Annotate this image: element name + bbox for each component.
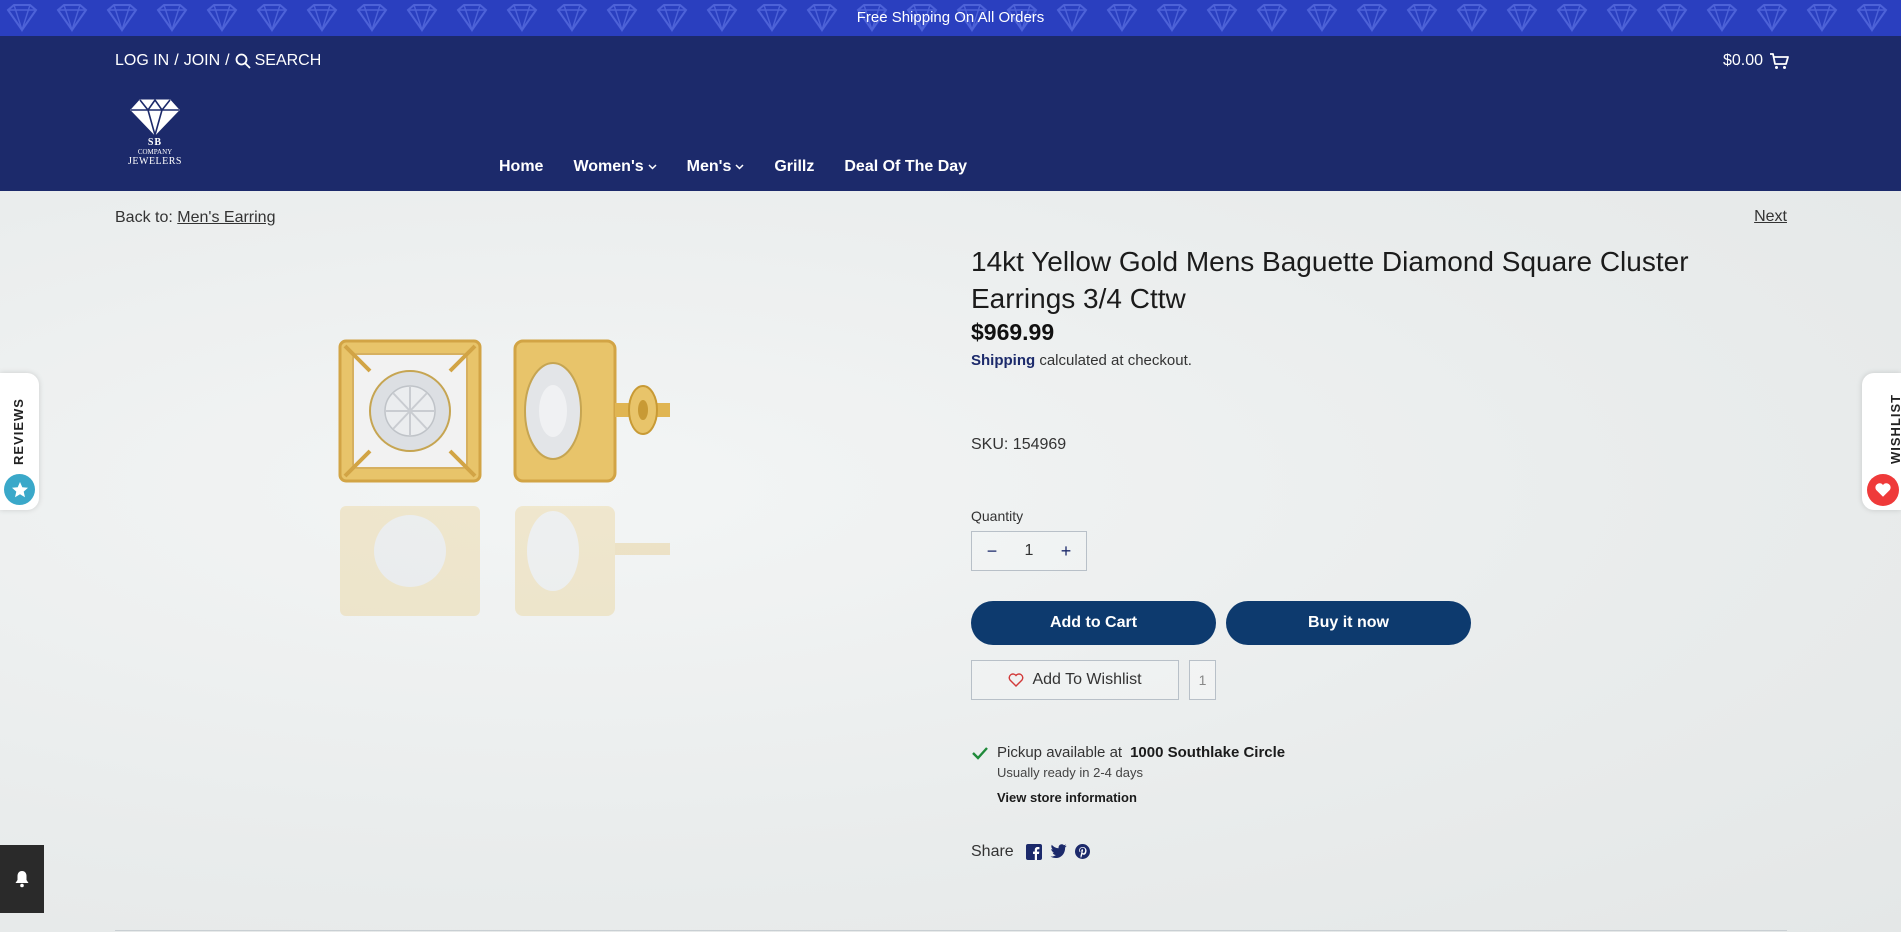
- shipping-text: calculated at checkout.: [1039, 352, 1192, 369]
- search-icon: [235, 53, 251, 69]
- cart-total: $0.00: [1722, 52, 1763, 69]
- separator: /: [174, 52, 179, 69]
- chevron-down-icon: [735, 164, 744, 170]
- site-header: LOG IN / JOIN / SEARCH $0.00 SB COMPANY …: [0, 36, 1901, 191]
- site-logo[interactable]: SB COMPANY JEWELERS: [124, 98, 186, 176]
- pickup-row: Pickup available at 1000 Southlake Circl…: [971, 744, 1285, 761]
- quantity-label: Quantity: [971, 508, 1024, 524]
- view-store-info-link[interactable]: View store information: [997, 790, 1285, 805]
- nav-item-grillz[interactable]: Grillz: [774, 158, 814, 176]
- nav-label: Women's: [573, 158, 644, 175]
- diamond-logo-icon: [130, 98, 180, 136]
- nav-item-deal-of-the-day[interactable]: Deal Of The Day: [844, 158, 967, 176]
- next-product-link[interactable]: Next: [1754, 208, 1787, 226]
- search-link[interactable]: SEARCH: [235, 52, 322, 70]
- wishlist-label: Add To Wishlist: [1032, 671, 1142, 688]
- account-links: LOG IN / JOIN / SEARCH: [115, 52, 321, 70]
- heart-shape: [1875, 483, 1891, 497]
- nav-item-womens[interactable]: Women's: [573, 158, 657, 176]
- announcement-text: Free Shipping On All Orders: [856, 9, 1045, 26]
- notification-bell-button[interactable]: [0, 845, 44, 913]
- nav-item-home[interactable]: Home: [499, 158, 543, 176]
- heart-icon: [1867, 474, 1899, 506]
- breadcrumb-link[interactable]: Men's Earring: [177, 209, 275, 226]
- check-icon: [972, 746, 988, 760]
- facebook-icon[interactable]: [1025, 844, 1042, 860]
- nav-label: Home: [499, 158, 544, 175]
- nav-label: Grillz: [774, 158, 815, 175]
- social-links: [1025, 844, 1090, 860]
- shipping-note: Shipping calculated at checkout.: [971, 352, 1192, 369]
- reviews-tab[interactable]: REVIEWS: [0, 373, 39, 510]
- bell-icon: [15, 871, 29, 888]
- reviews-tab-label: REVIEWS: [11, 398, 26, 465]
- wishlist-count: 1: [1189, 660, 1216, 700]
- star-shape: [11, 481, 28, 497]
- quantity-stepper: − 1 +: [971, 531, 1087, 571]
- share-row: Share: [971, 843, 1090, 861]
- add-to-wishlist-button[interactable]: Add To Wishlist: [971, 660, 1179, 700]
- shipping-link[interactable]: Shipping: [971, 352, 1035, 369]
- heart-outline-icon: [1009, 673, 1024, 687]
- cart-link[interactable]: $0.00: [1723, 52, 1789, 70]
- nav-item-mens[interactable]: Men's: [687, 158, 745, 176]
- announcement-bar: Free Shipping On All Orders: [0, 0, 1901, 36]
- product-page: Back to: Men's Earring Next 14kt Yellow …: [0, 191, 1901, 932]
- star-icon: [4, 474, 35, 505]
- reflection-illustration: [340, 506, 670, 616]
- breadcrumb: Back to: Men's Earring: [115, 209, 275, 227]
- join-link[interactable]: JOIN: [184, 52, 220, 70]
- product-title: 14kt Yellow Gold Mens Baguette Diamond S…: [971, 246, 1689, 314]
- product-price: $969.99: [971, 319, 1055, 345]
- twitter-icon[interactable]: [1050, 844, 1067, 858]
- divider: [115, 930, 1787, 931]
- login-link[interactable]: LOG IN: [115, 52, 169, 70]
- buy-now-button[interactable]: Buy it now: [1226, 601, 1471, 645]
- pickup-ready-time: Usually ready in 2-4 days: [997, 765, 1143, 780]
- pickup-location: 1000 Southlake Circle: [1130, 744, 1286, 761]
- quantity-input[interactable]: 1: [1025, 542, 1034, 560]
- pinterest-icon[interactable]: [1074, 844, 1090, 859]
- add-to-cart-button[interactable]: Add to Cart: [971, 601, 1216, 645]
- product-image[interactable]: [325, 331, 725, 661]
- earring-front-illustration: [338, 339, 482, 483]
- chevron-down-icon: [648, 164, 657, 170]
- nav-label: Men's: [686, 158, 732, 175]
- pickup-info: Pickup available at 1000 Southlake Circl…: [971, 744, 1285, 805]
- product-sku: SKU: 154969: [971, 436, 1067, 453]
- logo-jewelers: JEWELERS: [128, 156, 182, 167]
- earring-side-illustration: [513, 339, 670, 483]
- breadcrumb-prefix: Back to:: [115, 209, 173, 226]
- logo-company: COMPANY: [137, 148, 173, 156]
- wishlist-tab-label: WISHLIST: [1888, 393, 1901, 464]
- search-label: SEARCH: [254, 52, 322, 69]
- cart-icon: [1770, 53, 1789, 69]
- wishlist-tab[interactable]: WISHLIST: [1862, 373, 1901, 510]
- share-label: Share: [971, 843, 1014, 860]
- separator: /: [225, 52, 230, 69]
- pickup-text: Pickup available at: [997, 744, 1123, 761]
- quantity-increase-button[interactable]: +: [1056, 541, 1076, 562]
- nav-label: Deal Of The Day: [844, 158, 968, 175]
- logo-sb: SB: [147, 137, 163, 148]
- main-nav: Home Women's Men's Grillz Deal Of The Da…: [499, 158, 967, 176]
- quantity-decrease-button[interactable]: −: [982, 541, 1002, 562]
